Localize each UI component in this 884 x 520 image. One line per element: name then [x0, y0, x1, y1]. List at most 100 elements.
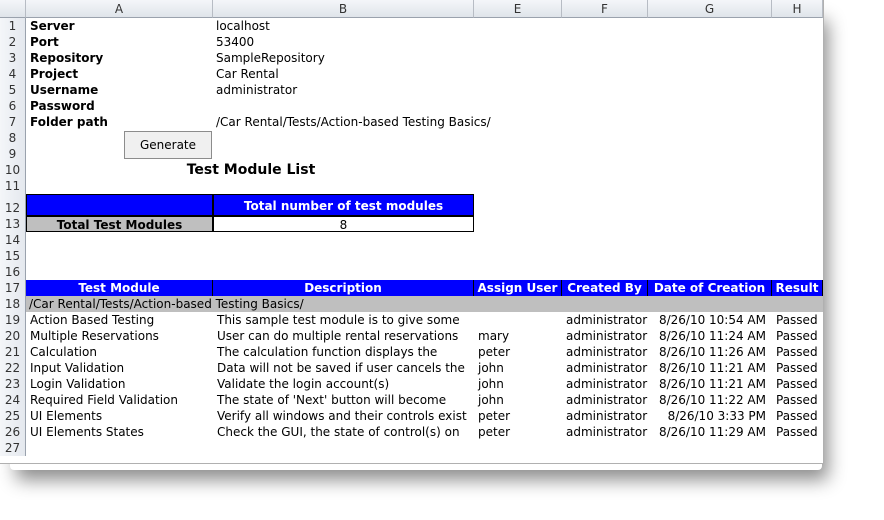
row-header[interactable]: 22 [0, 360, 26, 376]
setting-value[interactable]: localhost [216, 18, 516, 34]
row-header[interactable]: 5 [0, 82, 26, 98]
column-header-f[interactable]: F [562, 0, 648, 18]
row-header[interactable]: 23 [0, 376, 26, 392]
table-cell[interactable]: administrator [562, 344, 648, 360]
setting-value[interactable]: 53400 [216, 34, 516, 50]
table-cell[interactable]: Passed [772, 424, 823, 440]
setting-label[interactable]: Repository [30, 50, 210, 66]
table-cell[interactable]: administrator [562, 408, 648, 424]
table-cell[interactable]: john [474, 376, 562, 392]
setting-value[interactable]: administrator [216, 82, 516, 98]
row-header[interactable]: 11 [0, 178, 26, 194]
table-cell[interactable]: mary [474, 328, 562, 344]
row-header[interactable]: 3 [0, 50, 26, 66]
table-cell[interactable]: Verify all windows and their controls ex… [213, 408, 474, 424]
table-cell[interactable]: administrator [562, 328, 648, 344]
summary-value[interactable]: 8 [213, 216, 474, 232]
table-cell[interactable] [474, 312, 562, 328]
table-cell[interactable]: john [474, 392, 562, 408]
table-cell[interactable]: The state of 'Next' button will become [213, 392, 474, 408]
list-title[interactable]: Test Module List [26, 162, 476, 178]
row-header[interactable]: 6 [0, 98, 26, 114]
table-cell[interactable]: Validate the login account(s) [213, 376, 474, 392]
setting-label[interactable]: Username [30, 82, 210, 98]
setting-label[interactable]: Password [30, 98, 210, 114]
table-cell[interactable]: administrator [562, 360, 648, 376]
row-header[interactable]: 1 [0, 18, 26, 34]
row-header[interactable]: 4 [0, 66, 26, 82]
table-cell[interactable]: john [474, 360, 562, 376]
table-header-cell[interactable]: Assign User [474, 280, 562, 296]
row-header[interactable]: 7 [0, 114, 26, 130]
table-cell[interactable]: 8/26/10 11:29 AM [648, 424, 772, 440]
table-header-cell[interactable]: Date of Creation [648, 280, 772, 296]
table-cell[interactable]: Passed [772, 392, 823, 408]
row-header[interactable]: 8 [0, 130, 26, 146]
table-cell[interactable]: 8/26/10 11:22 AM [648, 392, 772, 408]
table-cell[interactable]: Data will not be saved if user cancels t… [213, 360, 474, 376]
table-cell[interactable]: The calculation function displays the [213, 344, 474, 360]
table-cell[interactable]: 8/26/10 11:26 AM [648, 344, 772, 360]
table-cell[interactable]: UI Elements States [26, 424, 213, 440]
table-cell[interactable]: Passed [772, 344, 823, 360]
table-header-cell[interactable]: Test Module [26, 280, 213, 296]
row-header[interactable]: 17 [0, 280, 26, 296]
table-cell[interactable]: User can do multiple rental reservations [213, 328, 474, 344]
table-cell[interactable]: This sample test module is to give some [213, 312, 474, 328]
summary-empty-header[interactable] [26, 194, 213, 216]
table-cell[interactable]: Input Validation [26, 360, 213, 376]
table-cell[interactable]: Passed [772, 328, 823, 344]
select-all-corner[interactable] [0, 0, 26, 18]
setting-label[interactable]: Server [30, 18, 210, 34]
column-header-a[interactable]: A [26, 0, 213, 18]
table-cell[interactable]: administrator [562, 312, 648, 328]
summary-label[interactable]: Total Test Modules [26, 216, 213, 232]
row-header[interactable]: 16 [0, 264, 26, 280]
row-header[interactable]: 18 [0, 296, 26, 312]
folder-row[interactable]: /Car Rental/Tests/Action-based Testing B… [26, 296, 823, 312]
table-cell[interactable]: Login Validation [26, 376, 213, 392]
setting-label[interactable]: Port [30, 34, 210, 50]
table-cell[interactable]: Passed [772, 360, 823, 376]
row-header[interactable]: 12 [0, 194, 26, 216]
table-cell[interactable]: Required Field Validation [26, 392, 213, 408]
setting-value[interactable]: Car Rental [216, 66, 516, 82]
table-cell[interactable]: Passed [772, 376, 823, 392]
summary-header[interactable]: Total number of test modules [213, 194, 474, 216]
table-header-cell[interactable]: Created By [562, 280, 648, 296]
column-header-g[interactable]: G [648, 0, 772, 18]
table-cell[interactable]: administrator [562, 376, 648, 392]
table-header-cell[interactable]: Description [213, 280, 474, 296]
row-header[interactable]: 10 [0, 162, 26, 178]
table-cell[interactable]: peter [474, 424, 562, 440]
row-header[interactable]: 9 [0, 146, 26, 162]
row-header[interactable]: 19 [0, 312, 26, 328]
column-header-b[interactable]: B [213, 0, 474, 18]
table-cell[interactable]: 8/26/10 11:21 AM [648, 360, 772, 376]
table-cell[interactable]: administrator [562, 392, 648, 408]
row-header[interactable]: 15 [0, 248, 26, 264]
row-header[interactable]: 13 [0, 216, 26, 232]
table-cell[interactable]: peter [474, 408, 562, 424]
table-header-cell[interactable]: Result [772, 280, 823, 296]
table-cell[interactable]: 8/26/10 11:24 AM [648, 328, 772, 344]
table-cell[interactable]: Check the GUI, the state of control(s) o… [213, 424, 474, 440]
row-header[interactable]: 2 [0, 34, 26, 50]
table-cell[interactable]: Multiple Reservations [26, 328, 213, 344]
table-cell[interactable]: peter [474, 344, 562, 360]
setting-value[interactable]: SampleRepository [216, 50, 516, 66]
setting-value[interactable] [216, 98, 516, 114]
row-header[interactable]: 27 [0, 440, 26, 456]
row-header[interactable]: 14 [0, 232, 26, 248]
table-cell[interactable]: Passed [772, 408, 823, 424]
generate-button[interactable]: Generate [124, 131, 212, 159]
table-cell[interactable]: administrator [562, 424, 648, 440]
table-cell[interactable]: Passed [772, 312, 823, 328]
table-cell[interactable]: Calculation [26, 344, 213, 360]
setting-label[interactable]: Folder path [30, 114, 210, 130]
table-cell[interactable]: 8/26/10 10:54 AM [648, 312, 772, 328]
table-cell[interactable]: 8/26/10 11:21 AM [648, 376, 772, 392]
column-header-e[interactable]: E [474, 0, 562, 18]
row-header[interactable]: 26 [0, 424, 26, 440]
table-cell[interactable]: 8/26/10 3:33 PM [648, 408, 772, 424]
